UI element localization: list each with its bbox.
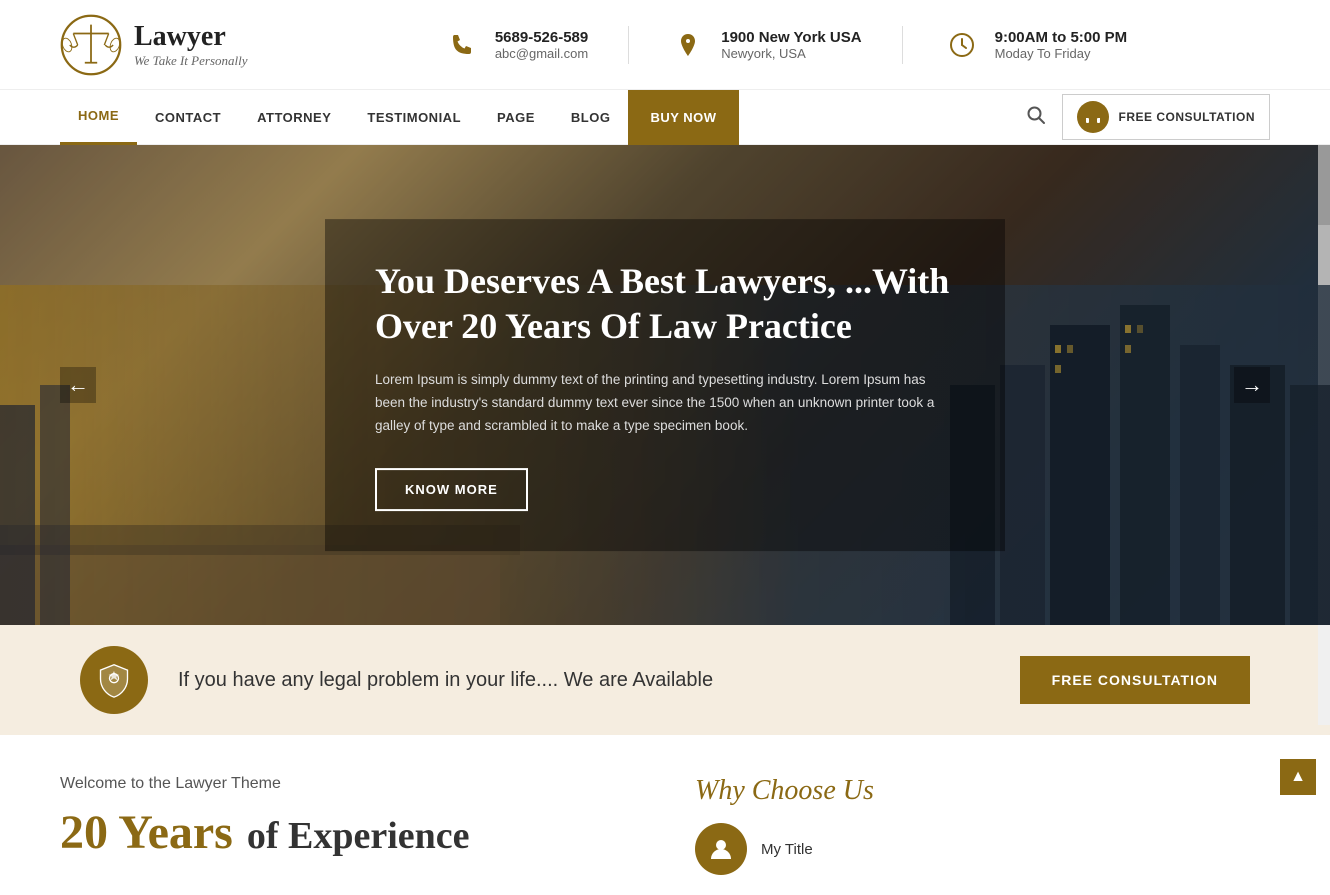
welcome-title: Welcome to the Lawyer Theme: [60, 775, 635, 793]
top-info: 5689-526-589 abc@gmail.com 1900 New York…: [300, 26, 1270, 64]
logo-area: Lawyer We Take It Personally: [60, 14, 300, 76]
consult-text: If you have any legal problem in your li…: [178, 669, 990, 692]
hero-content: You Deserves A Best Lawyers, ...With Ove…: [325, 219, 1005, 551]
phone-icon: [443, 26, 481, 64]
right-column: Why Choose Us My Title: [695, 775, 1270, 875]
search-button[interactable]: [1026, 105, 1046, 130]
nav-item-attorney[interactable]: ATTORNEY: [239, 90, 349, 145]
hours-block: 9:00AM to 5:00 PM Moday To Friday: [902, 26, 1168, 64]
nav-links: HOME CONTACT ATTORNEY TESTIMONIAL PAGE B…: [60, 90, 1026, 145]
nav-item-testimonial[interactable]: TESTIMONIAL: [349, 90, 479, 145]
consult-strip: If you have any legal problem in your li…: [0, 625, 1330, 735]
years-number: 20 Years: [60, 805, 233, 860]
buy-now-button[interactable]: BUY NOW: [628, 90, 738, 145]
avatar-icon: [695, 823, 747, 875]
consultation-nav-label: FREE CONSULTATION: [1119, 110, 1256, 124]
nav-item-home[interactable]: HOME: [60, 90, 137, 145]
site-title: Lawyer: [134, 21, 248, 53]
hero-section: You Deserves A Best Lawyers, ...With Ove…: [0, 145, 1330, 625]
address-block: 1900 New York USA Newyork, USA: [628, 26, 901, 64]
nav-item-contact[interactable]: CONTACT: [137, 90, 239, 145]
logo-text: Lawyer We Take It Personally: [134, 21, 248, 69]
shield-star-icon: [96, 662, 132, 698]
nav-item-page[interactable]: PAGE: [479, 90, 553, 145]
hero-next-arrow[interactable]: →: [1234, 367, 1270, 403]
scroll-up-button[interactable]: ▲: [1280, 759, 1316, 795]
my-title-row: My Title: [695, 823, 1270, 875]
hero-prev-arrow[interactable]: ←: [60, 367, 96, 403]
clock-icon: [943, 26, 981, 64]
logo-icon: [60, 14, 122, 76]
hero-description: Lorem Ipsum is simply dummy text of the …: [375, 369, 955, 438]
bottom-section: Welcome to the Lawyer Theme 20 Years of …: [0, 735, 1330, 895]
phone-block: 5689-526-589 abc@gmail.com: [403, 26, 628, 64]
consult-badge-icon: [80, 646, 148, 714]
address-icon: [669, 26, 707, 64]
why-choose-title: Why Choose Us: [695, 775, 1270, 807]
site-subtitle: We Take It Personally: [134, 53, 248, 69]
nav-right: FREE CONSULTATION: [1026, 94, 1271, 140]
address-text: 1900 New York USA Newyork, USA: [721, 29, 861, 61]
know-more-button[interactable]: KNOW MORE: [375, 468, 528, 511]
hours-text: 9:00AM to 5:00 PM Moday To Friday: [995, 29, 1128, 61]
nav-item-blog[interactable]: BLOG: [553, 90, 629, 145]
years-line: 20 Years of Experience: [60, 805, 635, 860]
top-bar: Lawyer We Take It Personally 5689-526-58…: [0, 0, 1330, 90]
my-title-label: My Title: [761, 841, 813, 858]
consult-cta-button[interactable]: FREE CONSULTATION: [1020, 656, 1250, 704]
headphone-icon: [1077, 101, 1109, 133]
left-column: Welcome to the Lawyer Theme 20 Years of …: [60, 775, 635, 875]
years-suffix: of Experience: [247, 814, 470, 858]
nav-bar: HOME CONTACT ATTORNEY TESTIMONIAL PAGE B…: [0, 90, 1330, 145]
phone-text: 5689-526-589 abc@gmail.com: [495, 29, 588, 61]
hero-title: You Deserves A Best Lawyers, ...With Ove…: [375, 259, 955, 349]
consultation-nav-button[interactable]: FREE CONSULTATION: [1062, 94, 1271, 140]
